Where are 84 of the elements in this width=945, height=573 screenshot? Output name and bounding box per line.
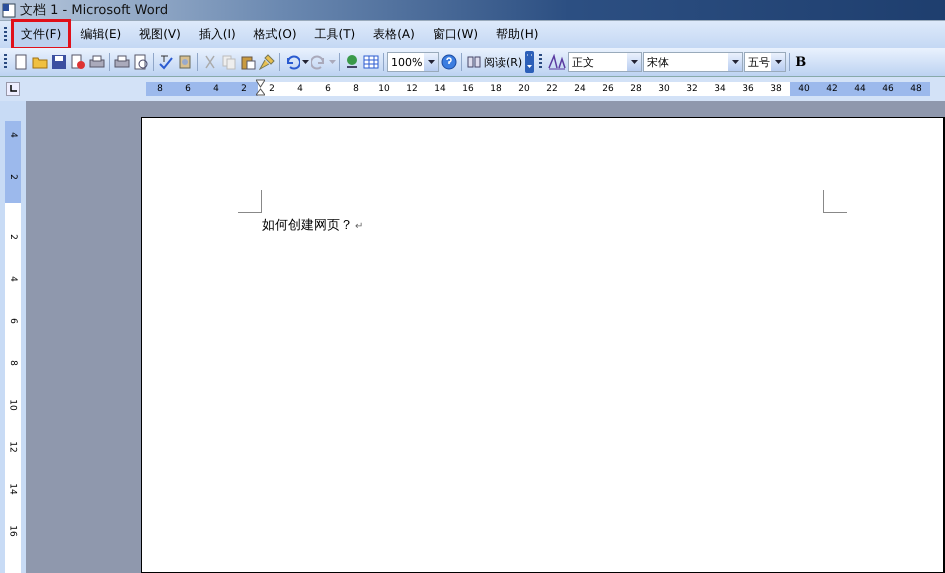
menu-item[interactable]: 视图(V) — [130, 20, 190, 49]
toolbar-options-icon[interactable] — [525, 51, 534, 73]
caret-icon[interactable] — [302, 60, 309, 64]
ruler-number: 8 — [352, 83, 360, 96]
ruler-number: 2 — [7, 234, 19, 240]
menu-item[interactable]: 帮助(H) — [487, 20, 548, 49]
menu-item[interactable]: 窗口(W) — [424, 20, 488, 49]
grip-handle[interactable] — [4, 54, 7, 70]
ruler-number: 32 — [685, 83, 699, 96]
ruler-number: 34 — [713, 83, 727, 96]
ruler-number: 4 — [7, 132, 19, 138]
ruler-number: 6 — [324, 83, 332, 96]
new-document-icon[interactable] — [13, 54, 29, 70]
ruler-number: 48 — [909, 83, 923, 96]
paragraph-mark: ↵ — [355, 221, 364, 232]
grip-handle[interactable] — [4, 26, 7, 42]
permission-icon[interactable] — [70, 54, 86, 70]
printer-icon[interactable] — [114, 54, 130, 70]
menu-item[interactable]: 插入(I) — [190, 20, 245, 49]
ruler-number: 6 — [184, 83, 192, 96]
ruler-number: 4 — [212, 83, 220, 96]
font-dropdown[interactable]: 宋体 — [643, 52, 744, 72]
ruler-number: 6 — [7, 318, 19, 324]
ruler-number: 18 — [489, 83, 503, 96]
read-button[interactable]: 阅读(R) — [465, 54, 524, 70]
caret-icon — [630, 60, 638, 64]
save-icon[interactable] — [51, 54, 67, 70]
tab-selector[interactable] — [6, 82, 20, 96]
menu-item[interactable]: 工具(T) — [306, 20, 364, 49]
grip-handle[interactable] — [539, 54, 542, 70]
ruler-number: 12 — [7, 441, 19, 453]
zoom-dropdown[interactable]: 100% — [387, 52, 439, 72]
ruler-number: 2 — [7, 174, 19, 180]
ruler-number: 28 — [629, 83, 643, 96]
ruler-number: 22 — [545, 83, 559, 96]
ruler-number: 4 — [296, 83, 304, 96]
ruler-number: 38 — [769, 83, 783, 96]
window-title: 文档 1 - Microsoft Word — [20, 2, 168, 19]
help-icon[interactable] — [441, 54, 457, 70]
ruler-number: 16 — [7, 525, 19, 537]
corner-mark — [238, 190, 262, 213]
ruler-number: 8 — [156, 83, 164, 96]
ruler-number: 2 — [240, 83, 248, 96]
ruler-number: 24 — [573, 83, 587, 96]
undo-icon[interactable] — [284, 54, 300, 70]
menu-item[interactable]: 表格(A) — [364, 20, 424, 49]
paste-icon[interactable] — [240, 54, 256, 70]
bold-button[interactable]: B — [793, 54, 808, 70]
caret-icon — [774, 60, 782, 64]
ruler-number: 8 — [7, 360, 19, 366]
ruler-number: 14 — [433, 83, 447, 96]
ruler-number: 36 — [741, 83, 755, 96]
format-painter-icon[interactable] — [259, 54, 275, 70]
ruler-number: 14 — [7, 483, 19, 495]
styles-icon[interactable] — [548, 54, 566, 70]
spelling-icon[interactable] — [158, 54, 174, 70]
ruler-number: 26 — [601, 83, 615, 96]
ruler-number: 42 — [825, 83, 839, 96]
ruler-number: 40 — [797, 83, 811, 96]
ruler-number: 10 — [7, 399, 19, 411]
menu-item[interactable]: 编辑(E) — [71, 20, 130, 49]
book-icon — [467, 56, 481, 68]
document-text: 如何创建网页？ — [262, 217, 353, 234]
ruler-number: 12 — [405, 83, 419, 96]
menu-item[interactable]: 格式(O) — [244, 20, 306, 49]
ruler-number: 30 — [657, 83, 671, 96]
ruler-number: 20 — [517, 83, 531, 96]
ruler-number: 4 — [7, 276, 19, 282]
font-size-dropdown[interactable]: 五号 — [744, 52, 786, 72]
ruler-number: 16 — [461, 83, 475, 96]
caret-icon — [428, 60, 434, 64]
left-tab-icon — [9, 85, 17, 93]
print-preview-icon[interactable] — [133, 54, 149, 70]
style-dropdown[interactable]: 正文 — [568, 52, 642, 72]
ruler-number: 10 — [377, 83, 391, 96]
caret-icon — [732, 60, 739, 64]
ruler-number: 46 — [881, 83, 895, 96]
word-document-icon — [2, 2, 16, 18]
ruler-number: 2 — [268, 83, 276, 96]
menu-item[interactable]: 文件(F) — [11, 19, 72, 50]
table-icon[interactable] — [363, 54, 379, 70]
ruler-number: 44 — [853, 83, 867, 96]
corner-mark — [823, 190, 847, 213]
printer-icon[interactable] — [89, 54, 105, 70]
